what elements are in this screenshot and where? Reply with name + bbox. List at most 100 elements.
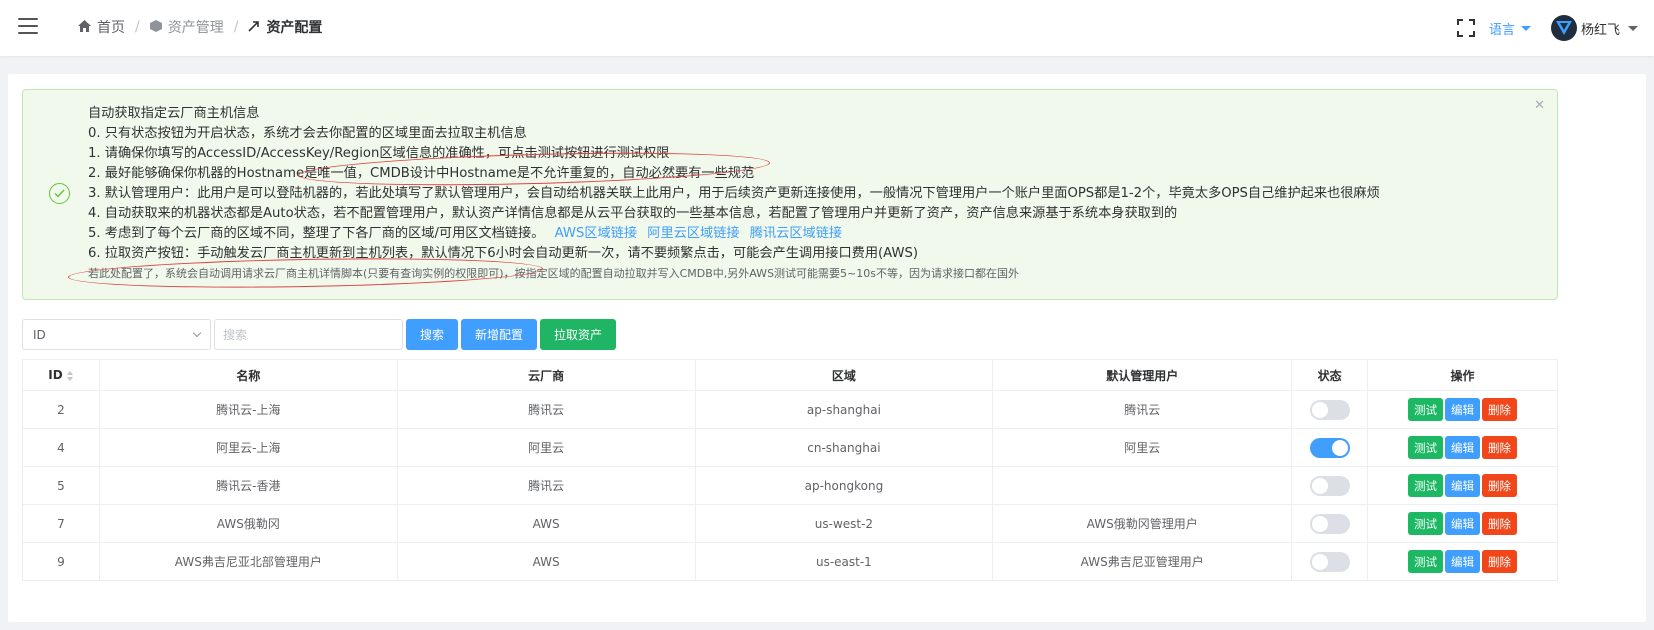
toggle-knob (1311, 401, 1328, 418)
status-toggle[interactable] (1309, 437, 1350, 458)
status-toggle[interactable] (1309, 551, 1350, 572)
field-select[interactable]: ID (22, 319, 211, 350)
table-row: 7 AWS俄勒冈 AWS us-west-2 AWS俄勒冈管理用户 测试 编辑 删除 (22, 504, 1558, 543)
cell-status (1291, 428, 1369, 467)
avatar (1550, 15, 1577, 41)
breadcrumb-asset-management[interactable]: 资产管理 (149, 17, 224, 37)
status-toggle[interactable] (1309, 513, 1350, 534)
main-card: 自动获取指定云厂商主机信息 0. 只有状态按钮为开启状态，系统才会去你配置的区域… (8, 74, 1646, 622)
caret-down-icon (1628, 25, 1638, 31)
chevron-down-icon (192, 328, 202, 338)
cell-region: cn-shanghai (694, 428, 994, 467)
column-header-admin-user: 默认管理用户 (992, 359, 1293, 391)
cell-vendor: 腾讯云 (396, 390, 696, 429)
test-button[interactable]: 测试 (1408, 550, 1444, 573)
test-button[interactable]: 测试 (1408, 474, 1444, 497)
breadcrumb-label: 资产管理 (167, 20, 224, 36)
delete-button[interactable]: 删除 (1482, 474, 1518, 497)
table-header-row: ID 名称 云厂商 区域 默认管理用户 状态 操作 (22, 359, 1558, 391)
cell-admin-user: AWS俄勒冈管理用户 (992, 504, 1293, 543)
aliyun-region-link[interactable]: 阿里云区域链接 (647, 226, 739, 241)
delete-button[interactable]: 删除 (1482, 550, 1518, 573)
alert-content: 自动获取指定云厂商主机信息 0. 只有状态按钮为开启状态，系统才会去你配置的区域… (88, 104, 1380, 283)
column-header-actions: 操作 (1367, 359, 1558, 391)
test-button[interactable]: 测试 (1408, 512, 1444, 535)
edit-button[interactable]: 编辑 (1445, 436, 1481, 459)
cell-region: ap-hongkong (694, 466, 994, 505)
cell-vendor: 腾讯云 (396, 466, 696, 505)
alert-note: 若此处配置了，系统会自动调用请求云厂商主机详情脚本(只要有查询实例的权限即可)，… (88, 267, 1019, 280)
user-menu[interactable]: 杨红飞 (1550, 15, 1638, 41)
breadcrumb-separator: / (135, 19, 140, 35)
test-button[interactable]: 测试 (1408, 398, 1444, 421)
info-alert: 自动获取指定云厂商主机信息 0. 只有状态按钮为开启状态，系统才会去你配置的区域… (22, 89, 1558, 300)
alert-line: 2. 最好能够确保你机器的Hostname是唯一值，CMDB设计中Hostnam… (88, 166, 755, 181)
language-dropdown[interactable]: 语言 (1489, 19, 1531, 38)
close-icon[interactable]: ✕ (1534, 98, 1545, 113)
alert-title: 自动获取指定云厂商主机信息 (88, 106, 260, 121)
language-label: 语言 (1488, 22, 1515, 38)
delete-button[interactable]: 删除 (1482, 436, 1518, 459)
cell-actions: 测试 编辑 删除 (1367, 390, 1558, 429)
table-row: 2 腾讯云-上海 腾讯云 ap-shanghai 腾讯云 测试 编辑 删除 (22, 390, 1558, 429)
cell-name: AWS俄勒冈 (98, 504, 398, 543)
breadcrumb-label: 首页 (97, 20, 125, 36)
user-name: 杨红飞 (1580, 22, 1620, 38)
box-icon (149, 19, 162, 35)
breadcrumb-asset-config: 资产配置 (248, 17, 322, 37)
alert-line-links: 5. 考虑到了每个云厂商的区域不同，整理了下各厂商的区域/可用区文档链接。 AW… (88, 224, 1380, 244)
cell-name: 腾讯云-上海 (98, 390, 398, 429)
sort-icon[interactable] (66, 370, 74, 381)
cell-id: 9 (22, 542, 100, 581)
toggle-knob (1311, 515, 1328, 532)
column-header-vendor: 云厂商 (396, 359, 696, 391)
menu-toggle-icon[interactable] (18, 18, 38, 34)
add-config-button[interactable]: 新增配置 (461, 319, 538, 350)
breadcrumb: 首页 / 资产管理 / 资产配置 (78, 17, 322, 37)
table-row: 5 腾讯云-香港 腾讯云 ap-hongkong 测试 编辑 删除 (22, 466, 1558, 505)
cell-id: 4 (22, 428, 100, 467)
cell-region: ap-shanghai (694, 390, 994, 429)
breadcrumb-separator: / (233, 19, 239, 35)
cell-id: 7 (22, 504, 100, 543)
cell-status (1291, 542, 1369, 581)
status-toggle[interactable] (1309, 399, 1350, 420)
edit-button[interactable]: 编辑 (1445, 550, 1481, 573)
cell-name: 腾讯云-香港 (98, 466, 398, 505)
edit-button[interactable]: 编辑 (1445, 512, 1481, 535)
delete-button[interactable]: 删除 (1482, 398, 1518, 421)
cell-id: 2 (22, 390, 100, 429)
caret-down-icon (1520, 25, 1531, 31)
arrow-icon (248, 20, 260, 35)
test-button[interactable]: 测试 (1408, 436, 1444, 459)
cell-vendor: AWS (396, 542, 696, 581)
alert-line: 0. 只有状态按钮为开启状态，系统才会去你配置的区域里面去拉取主机信息 (88, 126, 527, 141)
cell-id: 5 (22, 466, 100, 505)
breadcrumb-label: 资产配置 (266, 20, 323, 36)
success-check-icon (49, 183, 70, 204)
breadcrumb-home[interactable]: 首页 (78, 17, 125, 37)
filter-bar: ID 搜索 新增配置 拉取资产 (22, 319, 617, 350)
fullscreen-icon[interactable] (1456, 19, 1475, 37)
search-input[interactable] (214, 319, 403, 350)
cell-admin-user: 阿里云 (992, 428, 1293, 467)
edit-button[interactable]: 编辑 (1445, 398, 1481, 421)
top-right-tools: 语言 杨红飞 (1456, 0, 1654, 56)
alert-line: 1. 请确保你填写的AccessID/AccessKey/Region区域信息的… (88, 146, 670, 161)
column-header-id[interactable]: ID (22, 359, 100, 391)
edit-button[interactable]: 编辑 (1445, 474, 1481, 497)
cell-actions: 测试 编辑 删除 (1367, 542, 1558, 581)
aws-region-link[interactable]: AWS区域链接 (555, 226, 637, 241)
config-table: ID 名称 云厂商 区域 默认管理用户 状态 操作 2 腾讯云-上海 腾讯云 ap-s… (22, 359, 1558, 581)
alert-line: 3. 默认管理用户：此用户是可以登陆机器的，若此处填写了默认管理用户，会自动给机… (88, 186, 1380, 201)
pull-assets-button[interactable]: 拉取资产 (540, 319, 617, 350)
cell-region: us-east-1 (694, 542, 994, 581)
cell-vendor: 阿里云 (396, 428, 696, 467)
tencent-region-link[interactable]: 腾讯云区域链接 (750, 226, 842, 241)
delete-button[interactable]: 删除 (1482, 512, 1518, 535)
status-toggle[interactable] (1309, 475, 1350, 496)
toggle-knob (1311, 553, 1328, 570)
cell-name: 阿里云-上海 (98, 428, 398, 467)
cell-actions: 测试 编辑 删除 (1367, 428, 1558, 467)
search-button[interactable]: 搜索 (406, 319, 459, 350)
